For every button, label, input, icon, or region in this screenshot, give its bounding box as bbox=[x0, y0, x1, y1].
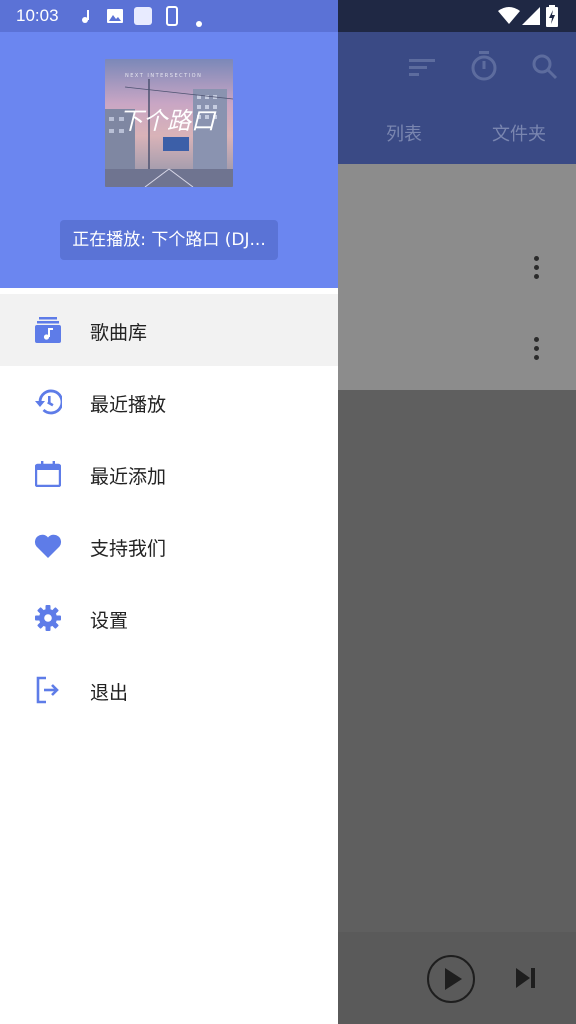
menu-item-recently-played[interactable]: 最近播放 bbox=[0, 366, 338, 438]
navigation-drawer: 下个路口 NEXT INTERSECTION 正在播放: 下个路口 (DJ...… bbox=[0, 0, 338, 1024]
now-playing-button[interactable]: 正在播放: 下个路口 (DJ... bbox=[60, 220, 278, 260]
more-options-icon[interactable] bbox=[534, 256, 540, 282]
menu-item-support-us[interactable]: 支持我们 bbox=[0, 510, 338, 582]
music-note-icon bbox=[80, 8, 92, 28]
phone-icon bbox=[166, 6, 178, 30]
history-icon bbox=[34, 388, 62, 416]
search-icon[interactable] bbox=[530, 52, 560, 82]
album-art-caption: NEXT INTERSECTION bbox=[125, 73, 202, 79]
play-icon[interactable] bbox=[426, 954, 476, 1004]
menu-item-label: 歌曲库 bbox=[90, 322, 148, 344]
menu-item-label: 设置 bbox=[90, 610, 129, 632]
drawer-menu: 歌曲库 最近播放 最近添加 支持我们 设置 退出 bbox=[0, 294, 338, 726]
heart-icon bbox=[34, 532, 62, 560]
drawer-header: 下个路口 NEXT INTERSECTION 正在播放: 下个路口 (DJ... bbox=[0, 32, 338, 288]
calendar-icon bbox=[34, 460, 62, 488]
menu-item-label: 支持我们 bbox=[90, 538, 167, 560]
image-icon bbox=[106, 8, 124, 28]
menu-item-label: 最近播放 bbox=[90, 394, 167, 416]
menu-item-settings[interactable]: 设置 bbox=[0, 582, 338, 654]
library-music-icon bbox=[34, 316, 62, 344]
square-icon bbox=[134, 7, 152, 29]
tab-folders[interactable]: 文件夹 bbox=[492, 120, 546, 146]
menu-item-label: 最近添加 bbox=[90, 466, 167, 488]
status-time: 10:03 bbox=[16, 6, 59, 25]
status-bar: 10:03 bbox=[0, 0, 576, 32]
menu-item-recently-added[interactable]: 最近添加 bbox=[0, 438, 338, 510]
logout-icon bbox=[34, 676, 62, 704]
timer-icon[interactable] bbox=[468, 50, 500, 82]
menu-item-library[interactable]: 歌曲库 bbox=[0, 294, 338, 366]
tab-list[interactable]: 列表 bbox=[386, 120, 422, 146]
sort-icon[interactable] bbox=[406, 52, 438, 82]
menu-item-label: 退出 bbox=[90, 682, 129, 704]
menu-item-exit[interactable]: 退出 bbox=[0, 654, 338, 726]
battery-charging-icon bbox=[546, 5, 558, 31]
signal-icon bbox=[522, 7, 540, 29]
album-art-title: 下个路口 bbox=[119, 107, 217, 135]
skip-next-icon[interactable] bbox=[512, 965, 538, 991]
gear-icon bbox=[34, 604, 62, 632]
wifi-icon bbox=[498, 7, 520, 29]
dot-icon bbox=[196, 12, 202, 31]
album-art[interactable]: 下个路口 NEXT INTERSECTION bbox=[105, 59, 233, 187]
more-options-icon[interactable] bbox=[534, 337, 540, 363]
